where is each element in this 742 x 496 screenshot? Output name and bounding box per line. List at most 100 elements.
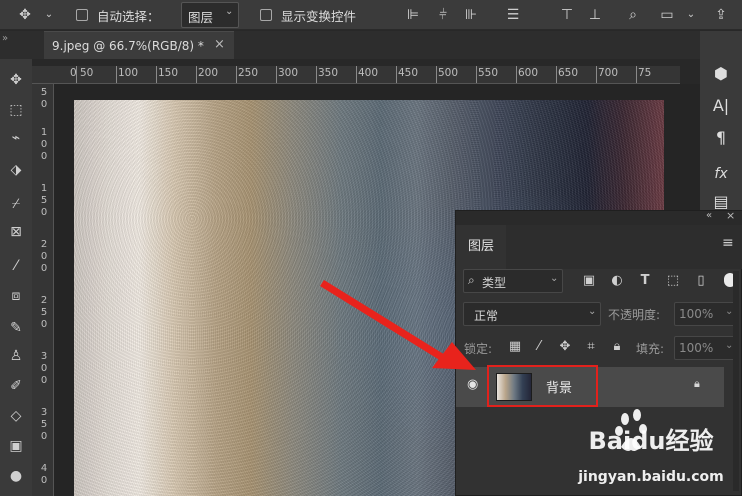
- blur-tool-icon[interactable]: ●: [0, 463, 32, 489]
- fill-field[interactable]: 100% ⌄: [674, 336, 738, 360]
- ruler-h-label: 200: [198, 67, 219, 79]
- move-tool-icon[interactable]: ✥: [0, 67, 32, 93]
- panel-menu-icon[interactable]: ≡: [722, 235, 734, 251]
- ruler-tick: [316, 66, 317, 83]
- lock-image-icon[interactable]: ⁄: [530, 339, 548, 354]
- share-icon[interactable]: ⇪: [710, 0, 732, 30]
- ruler-v-label: 0: [40, 251, 48, 262]
- eraser-tool-icon[interactable]: ◇: [0, 403, 32, 429]
- ruler-h-label: 550: [478, 67, 499, 79]
- ruler-tick: [156, 66, 157, 83]
- ruler-tick: [476, 66, 477, 83]
- stamp-tool-icon[interactable]: ♙: [0, 343, 32, 369]
- ruler-h-label: 450: [398, 67, 419, 79]
- brush-tool-icon[interactable]: ✎: [0, 315, 32, 341]
- healing-tool-icon[interactable]: ⧈: [0, 283, 32, 309]
- document-tab[interactable]: 9.jpeg @ 66.7%(RGB/8) * ×: [44, 31, 234, 59]
- lock-transparent-icon[interactable]: ▦: [506, 339, 524, 354]
- gradient-tool-icon[interactable]: ▣: [0, 433, 32, 459]
- ruler-h-label: 300: [278, 67, 299, 79]
- ruler-v-label: 0: [40, 151, 48, 162]
- ruler-h-label: 650: [558, 67, 579, 79]
- quick-select-tool-icon[interactable]: ⬗: [0, 157, 32, 183]
- crop-tool-icon[interactable]: ⌿: [0, 191, 32, 217]
- distribute-icon[interactable]: ☰: [502, 0, 524, 30]
- ruler-tick: [356, 66, 357, 83]
- collapse-toolbar-icon[interactable]: »: [2, 33, 8, 44]
- workspace-chevron-icon[interactable]: ⌄: [680, 0, 702, 30]
- ruler-h-label: 700: [598, 67, 619, 79]
- show-transform-label: 显示变换控件: [281, 9, 357, 24]
- layer-lock-icon: 🔒︎: [694, 377, 700, 390]
- ruler-v-label: 0: [40, 375, 48, 386]
- lock-artboard-icon[interactable]: ⌗: [582, 339, 600, 354]
- ruler-v-label: 2: [40, 239, 48, 250]
- character-panel-icon[interactable]: A|: [700, 91, 742, 121]
- align-top-icon[interactable]: ⊤: [556, 0, 578, 30]
- close-panel-icon[interactable]: ×: [726, 209, 735, 222]
- ruler-h-label: 150: [158, 67, 179, 79]
- collapse-panel-icon[interactable]: «: [706, 210, 712, 221]
- opacity-label: 不透明度:: [608, 308, 661, 322]
- blend-mode-dropdown[interactable]: 正常 ⌄: [463, 302, 601, 326]
- auto-select-label: 自动选择：: [97, 9, 160, 24]
- paragraph-panel-icon[interactable]: ¶: [700, 123, 742, 153]
- auto-select-checkbox[interactable]: [76, 9, 88, 21]
- workspace-icon[interactable]: ▭: [656, 0, 678, 30]
- ruler-h-label: 100: [118, 67, 139, 79]
- ruler-v-label: 2: [40, 295, 48, 306]
- filter-pixel-icon[interactable]: ▣: [580, 273, 598, 288]
- eyedropper-tool-icon[interactable]: ⁄: [0, 253, 32, 279]
- opacity-value: 100%: [679, 307, 714, 321]
- lock-position-icon[interactable]: ✥: [556, 339, 574, 354]
- fill-value: 100%: [679, 341, 714, 355]
- ruler-tick: [636, 66, 637, 83]
- filter-adjustment-icon[interactable]: ◐: [608, 273, 626, 288]
- ruler-v-label: 0: [40, 139, 48, 150]
- frame-tool-icon[interactable]: ⊠: [0, 219, 32, 245]
- align-middle-icon[interactable]: ⊥: [584, 0, 606, 30]
- tab-layers[interactable]: 图层: [456, 225, 506, 269]
- move-tool-icon[interactable]: ✥: [14, 0, 36, 30]
- 3d-cube-icon[interactable]: ⬢: [700, 59, 742, 89]
- baidu-watermark: Baidu经验 jingyan.baidu.com: [577, 409, 724, 485]
- ruler-h-label: 50: [80, 67, 94, 79]
- layer-filter-value: 类型: [482, 276, 507, 290]
- ruler-tick: [276, 66, 277, 83]
- align-left-icon[interactable]: ⊫: [402, 0, 424, 30]
- ruler-v-label: 5: [40, 195, 48, 206]
- ruler-v-label: 0: [40, 263, 48, 274]
- marquee-tool-icon[interactable]: ⬚: [0, 97, 32, 123]
- ruler-v-label: 1: [40, 127, 48, 138]
- auto-select-target-dropdown[interactable]: 图层 ⌄: [181, 2, 239, 28]
- search-icon[interactable]: ⌕: [622, 0, 644, 30]
- show-transform-checkbox[interactable]: [260, 9, 272, 21]
- tool-preset-chevron-icon[interactable]: ⌄: [38, 0, 60, 30]
- history-brush-tool-icon[interactable]: ✐: [0, 373, 32, 399]
- ruler-tick: [556, 66, 557, 83]
- ruler-v-label: 0: [40, 363, 48, 374]
- ruler-v-label: 3: [40, 407, 48, 418]
- lock-all-icon[interactable]: 🔒︎: [608, 339, 626, 354]
- ruler-v-label: 4: [40, 463, 48, 474]
- ruler-v-label: 3: [40, 351, 48, 362]
- document-tab-bar: » 9.jpeg @ 66.7%(RGB/8) * × «: [0, 31, 742, 59]
- filter-smart-object-icon[interactable]: ▯: [692, 273, 710, 288]
- close-tab-icon[interactable]: ×: [214, 37, 225, 52]
- opacity-field[interactable]: 100% ⌄: [674, 302, 738, 326]
- auto-select-target-value: 图层: [188, 10, 214, 25]
- annotation-arrow: [320, 280, 476, 370]
- document-tab-title: 9.jpeg @ 66.7%(RGB/8) *: [52, 39, 204, 53]
- horizontal-ruler: 0 50 100 150 200 250 300 350 400 450 500…: [32, 66, 680, 84]
- ruler-tick: [396, 66, 397, 83]
- ruler-v-label: 0: [40, 475, 48, 486]
- filter-shape-icon[interactable]: ⬚: [664, 273, 682, 288]
- lasso-tool-icon[interactable]: ⌁: [0, 125, 32, 151]
- options-bar: ✥ ⌄ 自动选择： 图层 ⌄ 显示变换控件 ⊫ ⫩ ⊪ ☰ ⊤ ⊥ ⌕ ▭ ⌄ …: [0, 0, 742, 30]
- styles-panel-icon[interactable]: fx: [700, 159, 742, 189]
- filter-type-icon[interactable]: T: [636, 273, 654, 288]
- ruler-h-label: 600: [518, 67, 539, 79]
- align-center-icon[interactable]: ⫩: [432, 0, 454, 30]
- watermark-url: jingyan.baidu.com: [577, 469, 724, 485]
- align-right-icon[interactable]: ⊪: [460, 0, 482, 30]
